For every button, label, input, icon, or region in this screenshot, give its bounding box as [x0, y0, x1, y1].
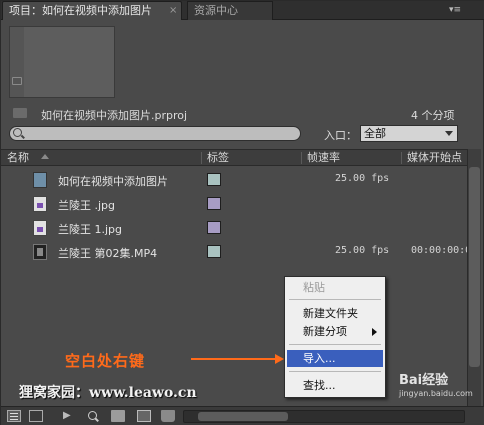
- chevron-down-icon: [445, 131, 453, 136]
- item-media-start: 00:00:00:0: [411, 245, 472, 256]
- image-file-icon: [33, 220, 47, 236]
- arrow-right-icon: [275, 354, 284, 364]
- scrollbar-thumb[interactable]: [469, 167, 480, 367]
- search-input[interactable]: [26, 127, 296, 140]
- menu-item-new-bin[interactable]: 新建文件夹: [287, 305, 383, 322]
- project-file-name: 如何在视频中添加图片.prproj: [41, 109, 188, 122]
- tab-project-label: 项目：如何在视频中添加图片: [9, 4, 152, 17]
- item-frame-rate: 25.00 fps: [335, 245, 390, 256]
- submenu-arrow-icon: [372, 328, 377, 336]
- search-field[interactable]: [9, 126, 301, 141]
- column-name[interactable]: 名称: [7, 151, 29, 165]
- new-bin-icon[interactable]: [111, 410, 125, 422]
- menu-item-paste[interactable]: 粘贴: [287, 279, 383, 296]
- sequence-icon: [33, 172, 47, 188]
- preview-controls: [10, 27, 24, 97]
- column-divider[interactable]: [201, 152, 202, 164]
- trash-icon[interactable]: [161, 410, 175, 422]
- menu-divider: [289, 344, 381, 345]
- icon-view-icon[interactable]: [29, 410, 43, 422]
- menu-item-find[interactable]: 查找...: [287, 377, 383, 394]
- automate-to-sequence-icon[interactable]: ▶: [63, 410, 77, 422]
- new-item-icon[interactable]: [137, 410, 151, 422]
- column-frame-rate[interactable]: 帧速率: [307, 151, 340, 165]
- tab-resource-center-label: 资源中心: [194, 4, 238, 17]
- label-color-swatch[interactable]: [207, 245, 221, 258]
- list-item[interactable]: 兰陵王 第02集.MP4 25.00 fps 00:00:00:0: [1, 240, 471, 264]
- label-color-swatch[interactable]: [207, 173, 221, 186]
- image-file-icon: [33, 196, 47, 212]
- menu-item-new-item-label: 新建分项: [303, 325, 347, 338]
- scrollbar-thumb[interactable]: [198, 412, 288, 421]
- sort-ascending-icon: [41, 154, 49, 159]
- item-name: 兰陵王 第02集.MP4: [58, 247, 158, 260]
- entry-dropdown-value: 全部: [364, 127, 386, 140]
- menu-item-new-item[interactable]: 新建分项: [287, 323, 383, 340]
- column-divider[interactable]: [401, 152, 402, 164]
- list-item[interactable]: 如何在视频中添加图片 25.00 fps: [1, 168, 467, 192]
- close-icon[interactable]: ×: [169, 2, 177, 20]
- project-panel: 项目：如何在视频中添加图片 × 资源中心 ▾≡ 如何在视频中添加图片.prpro…: [0, 0, 484, 425]
- label-color-swatch[interactable]: [207, 221, 221, 234]
- column-divider[interactable]: [301, 152, 302, 164]
- list-item[interactable]: 兰陵王 .jpg: [1, 192, 467, 216]
- label-color-swatch[interactable]: [207, 197, 221, 210]
- column-label[interactable]: 标签: [207, 151, 229, 165]
- tab-bar: 项目：如何在视频中添加图片 × 资源中心 ▾≡: [1, 1, 484, 20]
- video-file-icon: [33, 244, 47, 260]
- item-name: 兰陵王 .jpg: [58, 199, 116, 212]
- entry-label: 入口：: [324, 129, 357, 142]
- item-frame-rate: 25.00 fps: [335, 173, 390, 184]
- annotation-label: 空白处右键: [65, 352, 146, 370]
- search-icon: [13, 128, 22, 137]
- watermark: Bai经验 jingyan.baidu.com: [399, 367, 473, 405]
- camera-icon[interactable]: [12, 77, 22, 85]
- annotation-arrow: [191, 358, 277, 360]
- folder-icon: [13, 108, 27, 118]
- watermark-logo: Bai经验: [399, 373, 449, 388]
- item-name: 如何在视频中添加图片: [58, 175, 168, 188]
- column-media-start[interactable]: 媒体开始点: [407, 151, 462, 165]
- list-item[interactable]: 兰陵王 1.jpg: [1, 216, 467, 240]
- item-name: 兰陵王 1.jpg: [58, 223, 123, 236]
- horizontal-scrollbar[interactable]: [183, 410, 465, 423]
- tab-resource-center[interactable]: 资源中心: [187, 1, 273, 20]
- bottom-toolbar: ▶: [1, 406, 484, 425]
- entry-dropdown[interactable]: 全部: [360, 125, 458, 142]
- panel-menu-icon[interactable]: ▾≡: [449, 3, 469, 17]
- find-icon[interactable]: [87, 410, 101, 422]
- menu-divider: [289, 371, 381, 372]
- column-header: 名称 标签 帧速率 媒体开始点: [1, 149, 467, 166]
- watermark-url: jingyan.baidu.com: [399, 389, 473, 398]
- context-menu: 粘贴 新建文件夹 新建分项 导入... 查找...: [284, 276, 386, 398]
- menu-item-import[interactable]: 导入...: [287, 350, 383, 367]
- tab-project[interactable]: 项目：如何在视频中添加图片 ×: [2, 1, 182, 20]
- item-count: 4 个分项: [411, 109, 455, 122]
- menu-divider: [289, 299, 381, 300]
- list-view-icon[interactable]: [7, 410, 21, 422]
- preview-thumbnail: [9, 26, 115, 98]
- site-caption: 狸窝家园：www.leawo.cn: [19, 385, 197, 401]
